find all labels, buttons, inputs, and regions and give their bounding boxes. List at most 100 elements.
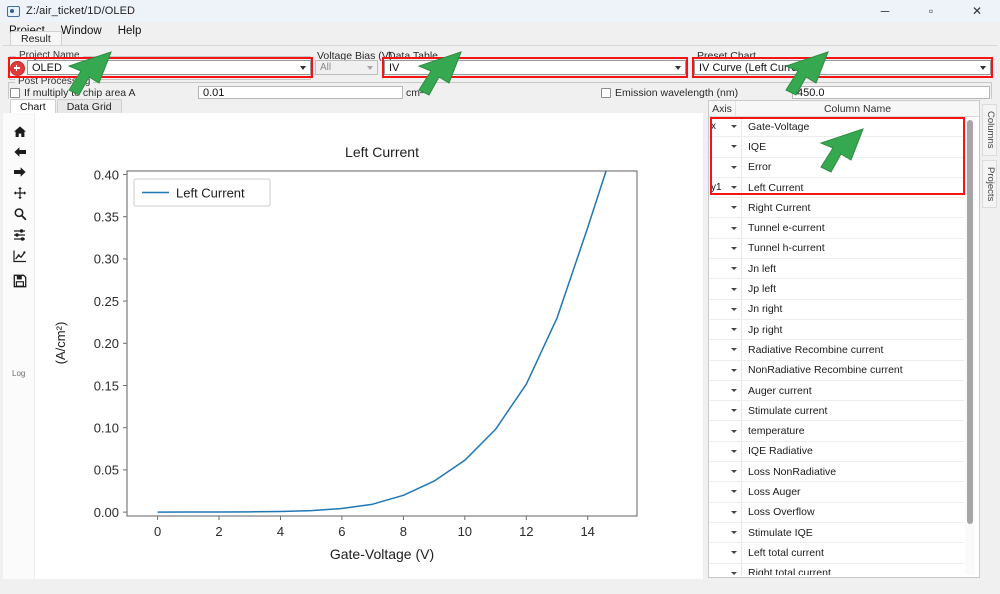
row-axis-dropdown-icon[interactable]	[727, 502, 742, 522]
table-row[interactable]: Jn right	[709, 299, 964, 320]
minimize-button[interactable]: ─	[862, 0, 908, 22]
table-row[interactable]: IQE Radiative	[709, 441, 964, 463]
log-label: Log	[12, 369, 26, 378]
chevron-down-icon	[731, 307, 737, 311]
configure-subplots-icon[interactable]	[10, 225, 29, 244]
back-arrow-icon[interactable]	[10, 142, 29, 161]
home-icon[interactable]	[10, 122, 29, 141]
table-row[interactable]: Jn left	[709, 259, 964, 280]
table-row[interactable]: temperature	[709, 421, 964, 442]
table-row[interactable]: IQE	[709, 137, 964, 158]
row-axis-dropdown-icon[interactable]	[727, 218, 742, 238]
row-axis-dropdown-icon[interactable]	[727, 563, 742, 575]
row-axis-dropdown-icon[interactable]	[727, 279, 742, 299]
table-row[interactable]: Right Current	[709, 198, 964, 219]
chevron-down-icon	[731, 165, 737, 169]
zoom-magnifier-icon[interactable]	[10, 204, 29, 223]
row-axis-dropdown-icon[interactable]	[727, 401, 742, 421]
table-row[interactable]: x Gate-Voltage	[709, 117, 964, 138]
tab-chart[interactable]: Chart	[10, 99, 56, 114]
row-axis-dropdown-icon[interactable]	[727, 137, 742, 157]
emission-wavelength-value: 450.0	[797, 86, 825, 99]
table-row[interactable]: Stimulate IQE	[709, 522, 964, 544]
row-axis-dropdown-icon[interactable]	[727, 319, 742, 340]
chevron-down-icon	[731, 206, 737, 210]
row-axis-dropdown-icon[interactable]	[727, 543, 742, 563]
window-title: Z:/air_ticket/1D/OLED	[26, 5, 136, 17]
row-column-name: Radiative Recombine current	[748, 343, 884, 356]
table-row[interactable]: Tunnel e-current	[709, 218, 964, 239]
svg-text:0.00: 0.00	[94, 505, 119, 520]
table-row[interactable]: Radiative Recombine current	[709, 340, 964, 361]
columns-row-list[interactable]: x Gate-Voltage IQE Error y1 Left Current Right…	[709, 117, 964, 575]
emission-wavelength-checkbox[interactable]	[601, 88, 611, 98]
voltage-bias-combobox[interactable]: All	[315, 60, 378, 75]
table-row[interactable]: Jp left	[709, 279, 964, 300]
emission-wavelength-input[interactable]: 450.0	[792, 86, 990, 99]
row-column-name: Jn left	[748, 262, 777, 275]
legend-label-left-current: Left Current	[176, 186, 245, 201]
maximize-button[interactable]: ▫	[908, 0, 954, 22]
svg-text:0.35: 0.35	[94, 210, 119, 225]
row-axis-dropdown-icon[interactable]	[727, 421, 742, 441]
side-tab-projects[interactable]: Projects	[982, 159, 997, 208]
chart-xlabel: Gate-Voltage (V)	[330, 546, 434, 562]
row-axis-dropdown-icon[interactable]	[727, 340, 742, 360]
project-name-value: OLED	[32, 61, 62, 74]
chip-area-input[interactable]: 0.01	[198, 86, 403, 99]
row-axis-value: y1	[711, 182, 722, 194]
columns-scrollbar[interactable]	[965, 118, 975, 574]
row-axis-dropdown-icon[interactable]	[727, 482, 742, 502]
row-axis-dropdown-icon[interactable]	[727, 380, 742, 401]
row-column-name: NonRadiative Recombine current	[748, 364, 903, 377]
row-axis-dropdown-icon[interactable]	[727, 259, 742, 279]
data-table-combobox[interactable]: IV	[384, 60, 686, 75]
table-row[interactable]: Jp right	[709, 319, 964, 341]
table-row[interactable]: NonRadiative Recombine current	[709, 360, 964, 381]
row-axis-dropdown-icon[interactable]	[727, 157, 742, 177]
project-name-combobox[interactable]: OLED	[27, 60, 311, 75]
row-column-name: Left total current	[748, 546, 824, 559]
svg-text:0.15: 0.15	[94, 378, 119, 393]
chart-ylabel: (A/cm²)	[53, 322, 68, 365]
chart-title: Left Current	[345, 144, 419, 160]
svg-text:6: 6	[338, 524, 345, 539]
forward-arrow-icon[interactable]	[10, 162, 29, 181]
table-row[interactable]: Error	[709, 157, 964, 178]
row-axis-dropdown-icon[interactable]	[727, 522, 742, 543]
preset-chart-combobox[interactable]: IV Curve (Left Current)	[694, 60, 991, 75]
header-axis: Axis	[709, 101, 736, 116]
columns-scrollbar-thumb[interactable]	[967, 120, 973, 524]
chip-area-label: If multiply to chip area A	[24, 87, 136, 99]
close-button[interactable]: ✕	[954, 0, 1000, 22]
svg-text:0.20: 0.20	[94, 336, 119, 351]
table-row[interactable]: Loss NonRadiative	[709, 462, 964, 483]
table-row[interactable]: Tunnel h-current	[709, 238, 964, 260]
table-row[interactable]: y1 Left Current	[709, 177, 964, 199]
table-row[interactable]: Right total current	[709, 563, 964, 575]
chart-tab-bar: Chart Data Grid	[10, 99, 123, 114]
row-axis-dropdown-icon[interactable]	[727, 177, 742, 198]
tab-data-grid[interactable]: Data Grid	[56, 99, 122, 114]
side-tab-columns[interactable]: Columns	[982, 104, 997, 156]
header-column-name: Column Name	[823, 103, 892, 115]
post-processing-legend: Post Processing	[15, 76, 94, 87]
pan-move-icon[interactable]	[10, 183, 29, 202]
table-row[interactable]: Loss Auger	[709, 482, 964, 503]
table-row[interactable]: Auger current	[709, 380, 964, 402]
row-axis-dropdown-icon[interactable]	[727, 117, 742, 137]
row-axis-dropdown-icon[interactable]	[727, 198, 742, 218]
table-row[interactable]: Loss Overflow	[709, 502, 964, 523]
svg-text:0.25: 0.25	[94, 294, 119, 309]
save-disk-icon[interactable]	[10, 271, 29, 290]
row-axis-dropdown-icon[interactable]	[727, 441, 742, 462]
chip-area-checkbox[interactable]	[10, 88, 20, 98]
chevron-down-icon	[731, 186, 737, 190]
row-axis-dropdown-icon[interactable]	[727, 462, 742, 482]
table-row[interactable]: Left total current	[709, 543, 964, 564]
row-axis-dropdown-icon[interactable]	[727, 360, 742, 380]
edit-curve-icon[interactable]	[10, 246, 29, 265]
row-axis-dropdown-icon[interactable]	[727, 299, 742, 319]
table-row[interactable]: Stimulate current	[709, 401, 964, 422]
row-axis-dropdown-icon[interactable]	[727, 238, 742, 259]
